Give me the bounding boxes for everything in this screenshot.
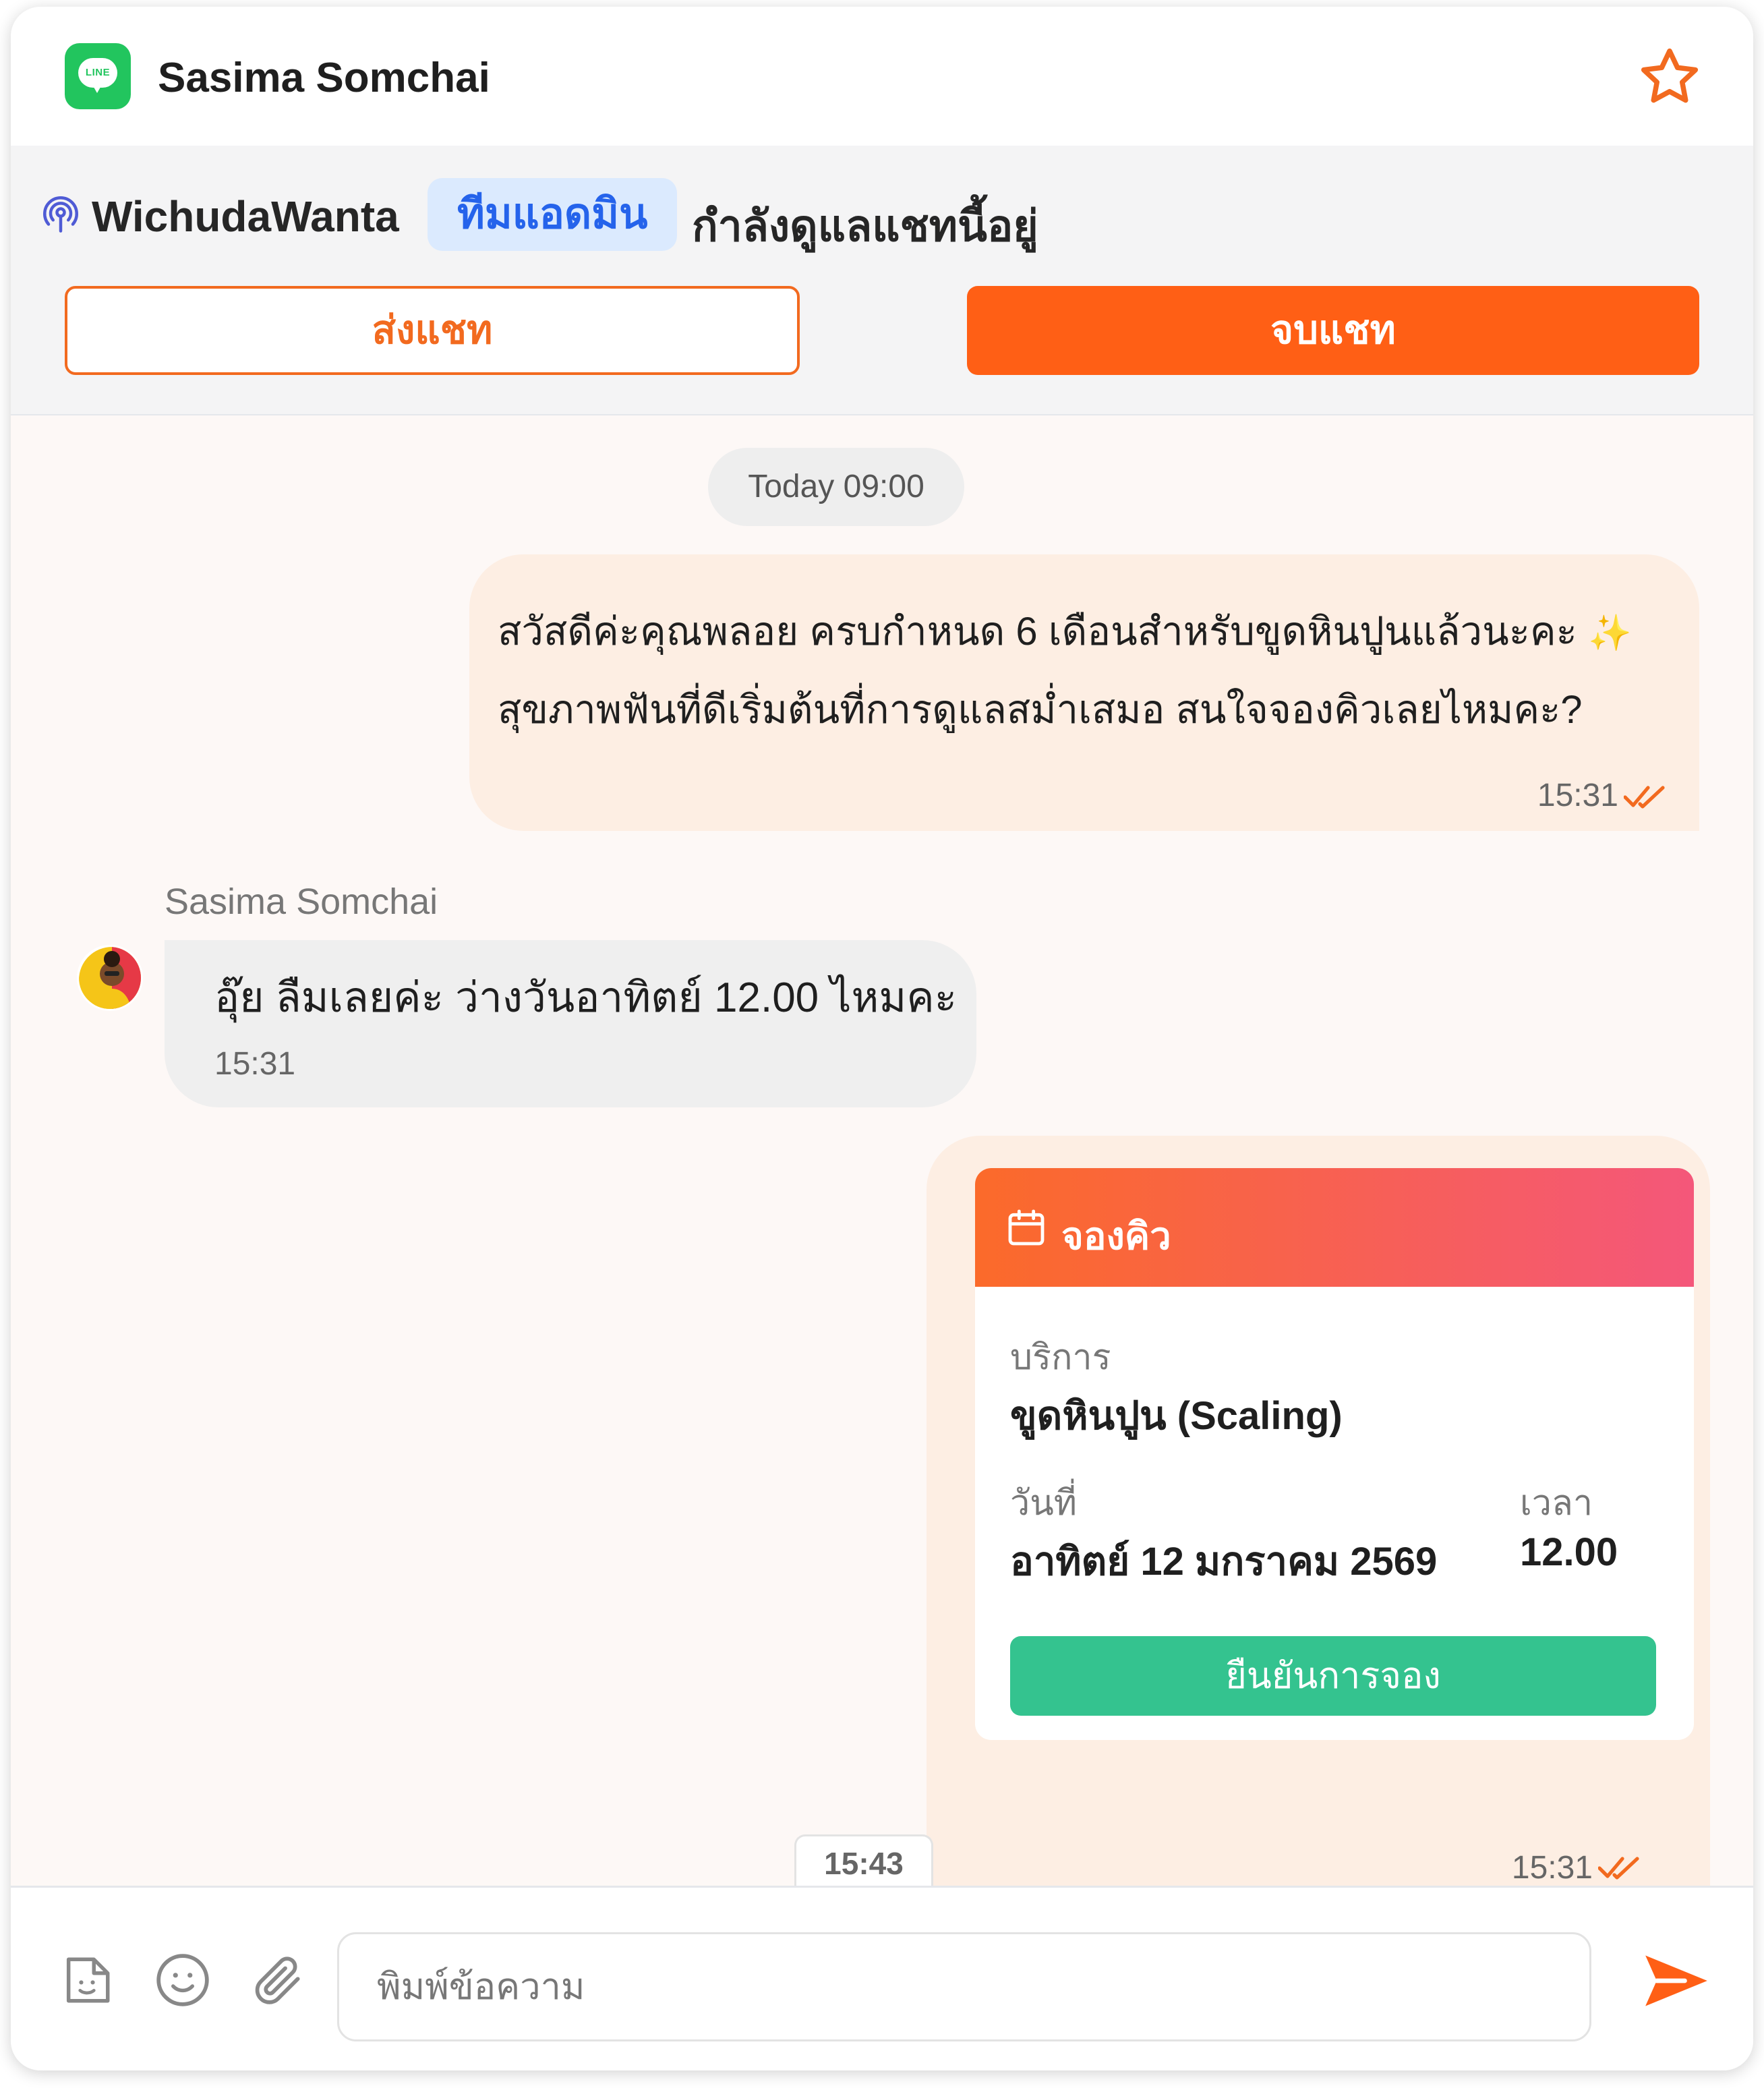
- agent-name: WichudaWanta: [92, 192, 399, 241]
- team-badge: ทีมแอดมิน: [428, 178, 678, 251]
- agent-bar: WichudaWanta ทีมแอดมิน กำลังดูแลแชทนี้อย…: [11, 146, 1753, 415]
- broadcast-icon: [43, 196, 78, 233]
- time-label: เวลา: [1520, 1484, 1593, 1523]
- outgoing-message-text: สวัสดีค่ะคุณพลอย ครบกำหนด 6 เดือนสำหรับข…: [498, 593, 1684, 749]
- sticker-icon[interactable]: [59, 1952, 115, 2008]
- sender-name: Sasima Somchai: [165, 881, 438, 922]
- end-chat-button[interactable]: จบแชท: [967, 286, 1699, 375]
- incoming-message: อุ๊ย ลืมเลยค่ะ ว่างวันอาทิตย์ 12.00 ไหมค…: [165, 940, 976, 1107]
- attachment-icon[interactable]: [249, 1951, 307, 2009]
- date-separator: Today 09:00: [708, 448, 964, 526]
- time-indicator: 15:43: [794, 1834, 933, 1888]
- calendar-icon: [1008, 1209, 1045, 1246]
- outgoing-line-2: สุขภาพฟันที่ดีเริ่มต้นที่การดูแลสม่ำเสมอ…: [498, 688, 1583, 732]
- emoji-icon[interactable]: [154, 1951, 212, 2009]
- send-chat-button[interactable]: ส่งแชท: [65, 286, 800, 375]
- chat-window: LINE Sasima Somchai WichudaWanta ทีมแอดม…: [11, 7, 1753, 2070]
- service-label: บริการ: [1010, 1338, 1111, 1377]
- star-icon[interactable]: [1636, 43, 1703, 111]
- service-value: ขูดหินปูน (Scaling): [1010, 1394, 1343, 1438]
- composer: [11, 1886, 1753, 2070]
- booking-message: จองคิว บริการ ขูดหินปูน (Scaling) วันที่…: [927, 1136, 1710, 1923]
- avatar[interactable]: [77, 945, 143, 1011]
- double-check-icon: [1624, 786, 1665, 809]
- message-list[interactable]: Today 09:00 สวัสดีค่ะคุณพลอย ครบกำหนด 6 …: [11, 415, 1753, 1923]
- agent-status-text: กำลังดูแลแชทนี้อยู่: [692, 202, 1038, 250]
- sparkle-icon: ✨: [1587, 614, 1632, 653]
- outgoing-line-1: สวัสดีค่ะคุณพลอย ครบกำหนด 6 เดือนสำหรับข…: [498, 610, 1577, 654]
- message-input[interactable]: [337, 1932, 1591, 2041]
- incoming-message-text: อุ๊ย ลืมเลยค่ะ ว่างวันอาทิตย์ 12.00 ไหมค…: [214, 975, 958, 1021]
- message-time: 15:31: [1537, 778, 1618, 813]
- outgoing-message: สวัสดีค่ะคุณพลอย ครบกำหนด 6 เดือนสำหรับข…: [469, 554, 1699, 831]
- booking-card: จองคิว บริการ ขูดหินปูน (Scaling) วันที่…: [975, 1168, 1694, 1740]
- booking-card-title: จองคิว: [1061, 1215, 1171, 1257]
- confirm-booking-button[interactable]: ยืนยันการจอง: [1010, 1636, 1656, 1716]
- date-value: อาทิตย์ 12 มกราคม 2569: [1010, 1540, 1438, 1584]
- contact-name: Sasima Somchai: [158, 55, 490, 101]
- line-logo-text: LINE: [85, 67, 111, 78]
- booking-card-header: จองคิว: [975, 1168, 1694, 1287]
- message-time: 15:31: [214, 1046, 296, 1082]
- time-value: 12.00: [1520, 1530, 1618, 1574]
- chat-header: LINE Sasima Somchai: [11, 7, 1753, 146]
- line-logo-icon: LINE: [65, 43, 131, 109]
- message-time: 15:31: [1511, 1850, 1593, 1886]
- date-label: วันที่: [1010, 1484, 1078, 1523]
- double-check-icon: [1598, 1857, 1639, 1880]
- send-icon[interactable]: [1643, 1952, 1710, 2009]
